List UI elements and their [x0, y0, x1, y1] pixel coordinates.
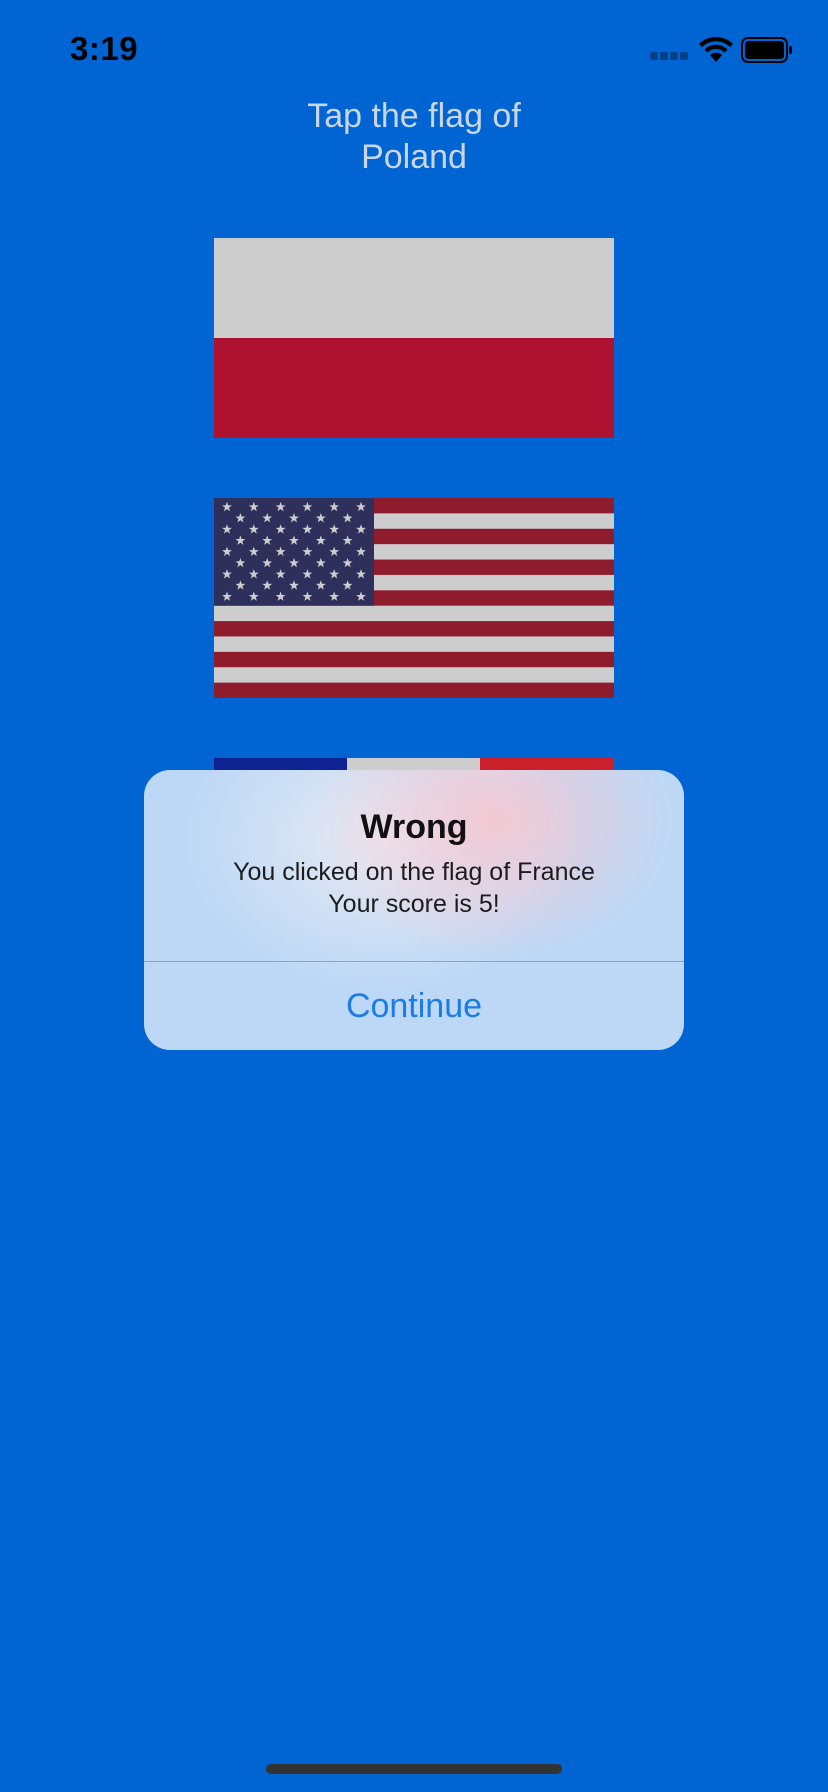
- battery-icon: [741, 37, 792, 63]
- question-prompt: Tap the flag of Poland: [0, 96, 828, 178]
- flag-button-usa[interactable]: [214, 498, 614, 698]
- continue-button[interactable]: Continue: [144, 962, 684, 1050]
- alert-message-line-1: You clicked on the flag of France: [233, 858, 595, 886]
- status-time: 3:19: [70, 30, 139, 67]
- result-alert-dialog: Wrong You clicked on the flag of France …: [144, 770, 684, 1050]
- alert-title: Wrong: [360, 808, 468, 846]
- flag-usa-icon: [214, 498, 614, 698]
- wifi-icon: [699, 36, 733, 62]
- flag-poland-icon: [214, 238, 614, 438]
- alert-message: You clicked on the flag of France Your s…: [144, 856, 684, 920]
- alert-body: Wrong You clicked on the flag of France …: [144, 770, 684, 962]
- status-bar: 3:19: [0, 0, 828, 100]
- prompt-line-1: Tap the flag of: [307, 97, 521, 135]
- alert-message-line-2: Your score is 5!: [328, 890, 500, 918]
- prompt-line-2-country: Poland: [361, 138, 467, 176]
- flag-button-poland[interactable]: [214, 238, 614, 438]
- cellular-signal-icon: [650, 52, 690, 62]
- home-indicator[interactable]: [266, 1764, 562, 1774]
